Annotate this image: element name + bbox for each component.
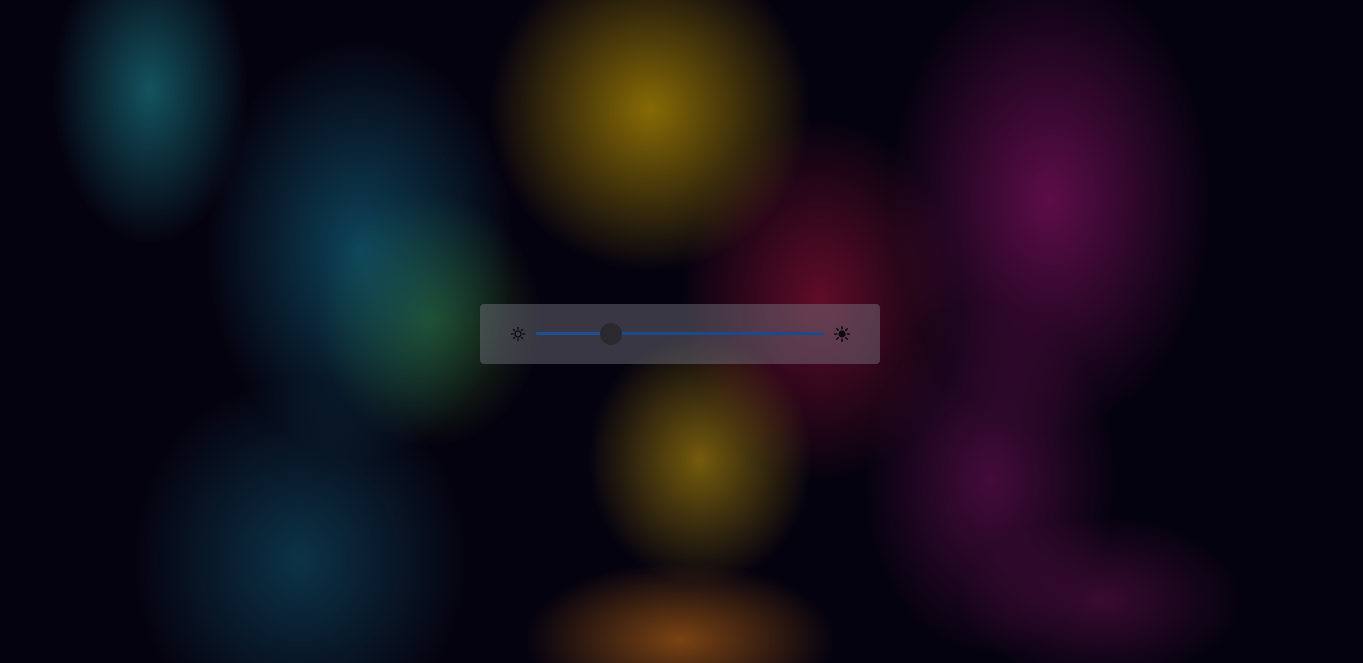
slider-thumb[interactable] <box>600 323 622 345</box>
brightness-panel <box>480 304 880 364</box>
brightness-high-icon <box>834 326 850 342</box>
brightness-slider[interactable] <box>536 323 824 345</box>
brightness-low-icon <box>510 326 526 342</box>
